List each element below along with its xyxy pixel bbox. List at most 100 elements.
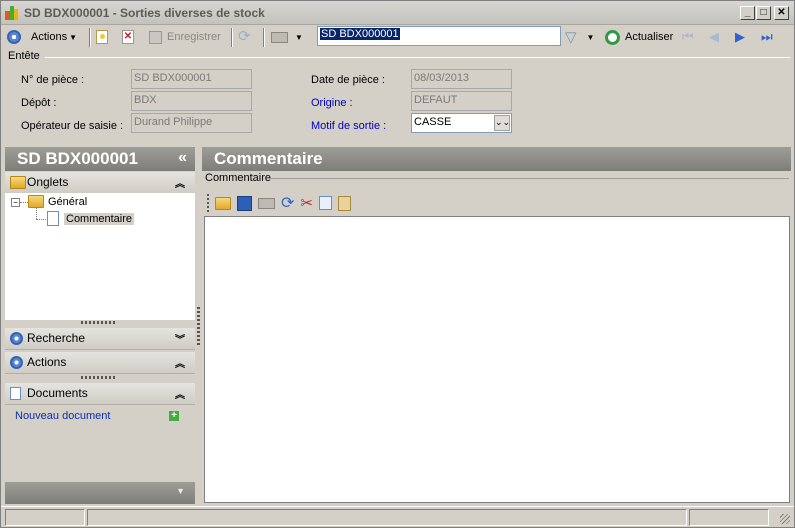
title-bar: SD BDX000001 - Sorties diverses de stock… (1, 1, 794, 25)
origine-label[interactable]: Origine : (311, 97, 353, 109)
save-icon (149, 30, 162, 44)
last-record-icon[interactable]: ⏭ (761, 29, 777, 44)
depot-label: Dépôt : (21, 97, 57, 109)
tabs-tree: − Général Commentaire (5, 193, 195, 320)
save-disk-icon[interactable] (237, 195, 252, 211)
depot-field: BDX (131, 91, 252, 111)
document-icon (47, 211, 59, 226)
home-circle-icon[interactable] (7, 28, 21, 46)
resize-grip[interactable] (81, 376, 115, 379)
left-panel-footer: ▼ (5, 482, 195, 504)
documents-label: Documents (27, 386, 88, 400)
panel-splitter[interactable] (197, 307, 200, 347)
resize-grip[interactable] (81, 321, 115, 324)
print-button[interactable]: ▼ (271, 28, 303, 46)
resize-grip-icon[interactable] (780, 514, 790, 524)
chevron-up-icon: ︽ (175, 179, 185, 190)
editor-toolbar: ⟳ ✂ (207, 193, 351, 213)
add-plus-icon[interactable]: + (169, 411, 179, 421)
tree-expand-icon[interactable]: − (11, 198, 20, 207)
collapse-panel-icon[interactable]: « (178, 149, 187, 167)
cut-scissors-icon[interactable]: ✂ (300, 194, 313, 212)
motif-sortie-value: CASSE (414, 116, 452, 128)
paste-icon[interactable] (337, 195, 351, 211)
origine-field: DEFAUT (411, 91, 512, 111)
actions-section-header[interactable]: Actions ︽ (5, 352, 195, 374)
minimize-button[interactable]: _ (740, 6, 755, 20)
left-panel-title: SD BDX000001 (17, 149, 138, 168)
chevron-down-icon[interactable]: ▼ (176, 486, 185, 496)
save-label: Enregistrer (167, 31, 221, 43)
search-circle-icon (10, 332, 23, 345)
actions-menu-button[interactable]: Actions ▼ (31, 28, 77, 46)
toolbar-separator (263, 28, 265, 47)
printer-icon (271, 31, 288, 43)
documents-panel: Nouveau document + (5, 405, 195, 482)
onglets-label: Onglets (27, 175, 69, 189)
chevron-down-icon: ▼ (586, 32, 595, 42)
chevron-up-icon: ︽ (175, 359, 185, 370)
double-chevron-down-icon[interactable]: ⌄⌄ (494, 115, 510, 131)
left-panel-header: SD BDX000001 « (5, 147, 195, 171)
printer-icon[interactable] (258, 197, 275, 209)
close-button[interactable]: ✕ (774, 6, 789, 20)
num-piece-label: N° de pièce : (21, 74, 85, 86)
status-cell (689, 509, 769, 526)
tree-item-general[interactable]: Général (28, 195, 87, 208)
actions-menu-label: Actions (31, 31, 68, 43)
chevron-down-icon: ▼ (295, 32, 303, 42)
motif-sortie-label[interactable]: Motif de sortie : (311, 120, 386, 132)
recherche-section-header[interactable]: Recherche ︾ (5, 328, 195, 350)
documents-section-header[interactable]: Documents ︽ (5, 383, 195, 405)
tree-connector (36, 208, 37, 219)
refresh-icon[interactable]: ⟳ (281, 193, 294, 213)
save-button[interactable]: Enregistrer (149, 28, 221, 46)
tree-item-commentaire[interactable]: Commentaire (47, 211, 135, 226)
document-number-input[interactable]: SD BDX000001 (317, 26, 561, 46)
chevron-down-icon: ▼ (69, 32, 77, 42)
actions-section-label: Actions (27, 355, 67, 369)
first-record-icon[interactable]: ⏮ (682, 29, 698, 44)
folder-icon (28, 195, 44, 208)
delete-icon[interactable]: ✕ (122, 28, 134, 46)
next-record-icon[interactable]: ▶ (735, 29, 751, 44)
document-icon (10, 387, 21, 400)
maximize-button[interactable]: □ (756, 6, 771, 20)
date-piece-label: Date de pièce : (311, 74, 385, 86)
status-cell (87, 509, 687, 526)
right-panel-title: Commentaire (214, 149, 323, 168)
entete-section-label: Entête (8, 50, 40, 62)
onglets-section-header[interactable]: Onglets ︽ (5, 172, 195, 194)
operateur-field: Durand Philippe (131, 113, 252, 133)
entete-divider (45, 57, 790, 58)
tree-item-general-label: Général (48, 195, 88, 208)
motif-sortie-select[interactable]: CASSE ⌄⌄ (411, 113, 512, 133)
main-window: SD BDX000001 - Sorties diverses de stock… (0, 0, 795, 528)
comment-editor[interactable] (204, 216, 790, 503)
refresh-button[interactable]: Actualiser (605, 28, 673, 46)
new-document-icon[interactable] (96, 28, 108, 46)
commentaire-divider (267, 178, 789, 179)
filter-button[interactable]: ▽ ▼ (565, 28, 594, 46)
chevron-up-icon: ︽ (175, 390, 185, 401)
recherche-label: Recherche (27, 331, 86, 345)
toolbar-grip (207, 194, 209, 212)
num-piece-field: SD BDX000001 (131, 69, 252, 89)
refresh-icon (605, 29, 620, 45)
sync-icon[interactable]: ⟳ (238, 28, 254, 46)
folder-icon (10, 176, 26, 189)
new-document-link[interactable]: Nouveau document (15, 410, 110, 422)
app-logo-icon (5, 6, 18, 20)
open-folder-icon[interactable] (215, 196, 231, 210)
copy-icon[interactable] (318, 196, 332, 210)
refresh-label: Actualiser (625, 31, 674, 43)
tree-connector (20, 202, 28, 203)
tree-item-commentaire-label: Commentaire (64, 212, 135, 225)
filter-icon: ▽ (565, 29, 577, 46)
previous-record-icon[interactable]: ◀ (709, 29, 725, 44)
tree-connector (36, 219, 46, 220)
chevron-down-icon: ︾ (175, 335, 185, 346)
operateur-label: Opérateur de saisie : (21, 120, 124, 132)
window-title: SD BDX000001 - Sorties diverses de stock (24, 6, 265, 20)
commentaire-group-label: Commentaire (205, 172, 272, 184)
